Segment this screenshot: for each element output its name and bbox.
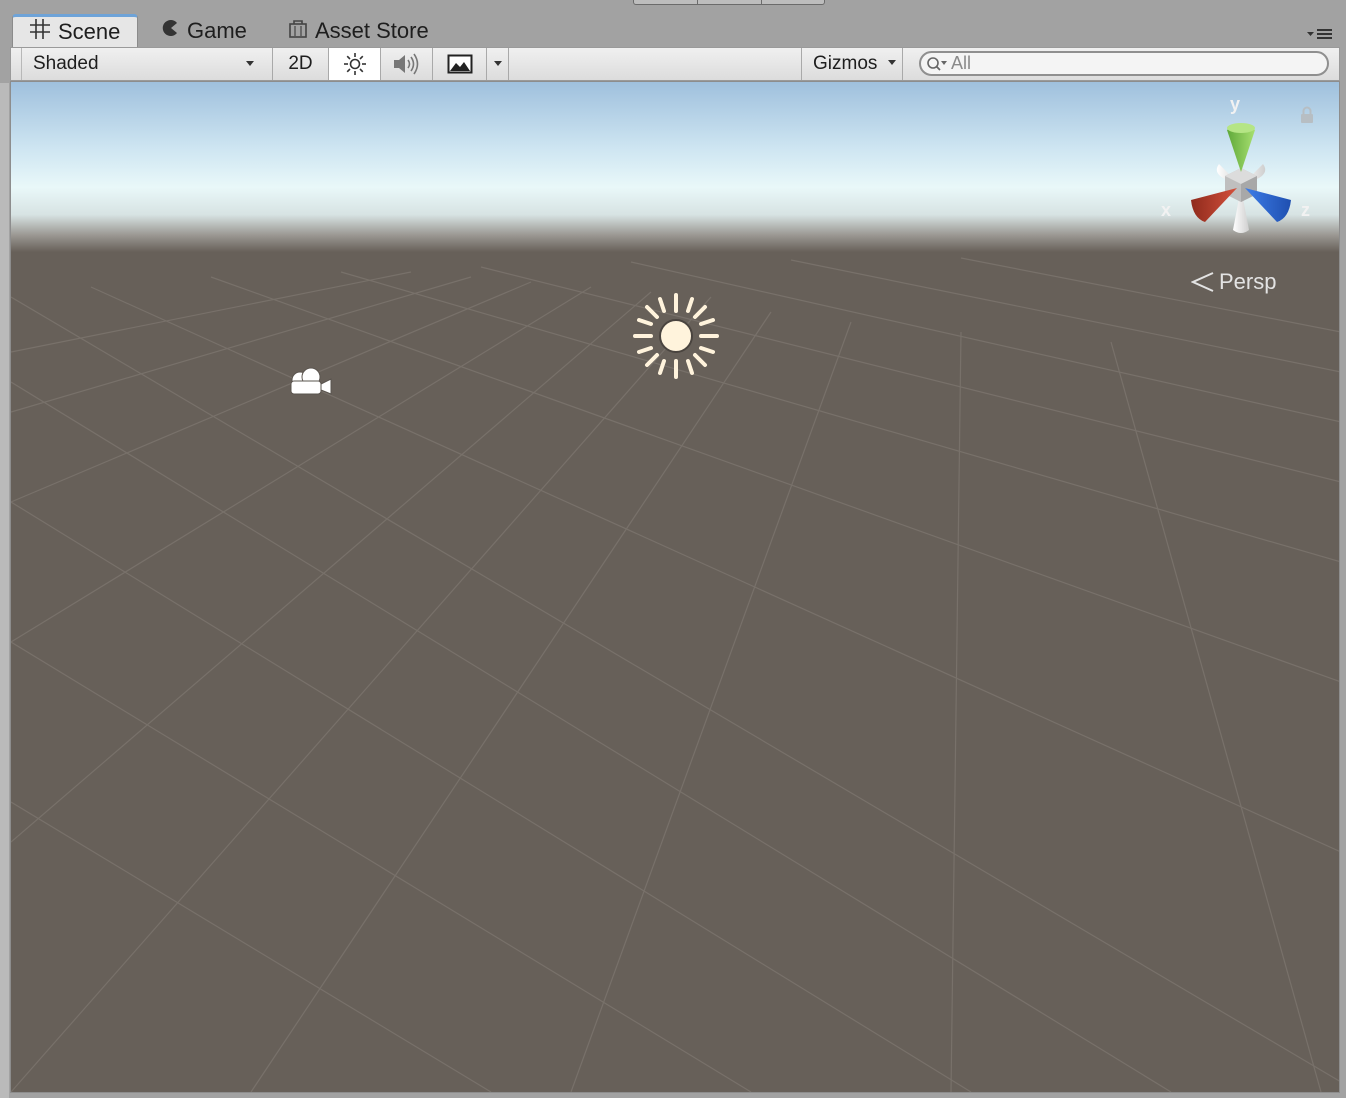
scene-audio-toggle[interactable] [381,48,433,80]
lock-icon[interactable] [1299,106,1315,124]
2d-mode-label: 2D [288,53,313,74]
sun-icon [343,53,366,75]
pacman-icon [160,18,180,44]
sun-icon[interactable] [631,291,721,381]
panel-menu-button[interactable] [1306,27,1334,41]
axis-label-z: z [1301,200,1310,220]
chevron-down-icon [494,61,502,66]
tab-scene[interactable]: Scene [12,14,138,47]
perspective-icon [1191,272,1214,292]
projection-toggle[interactable]: Persp [1191,269,1276,295]
scene-effects-toggle[interactable] [433,48,487,80]
menu-icon [1307,29,1332,39]
axis-label-x: x [1161,200,1172,220]
tab-label: Asset Store [315,17,429,43]
chevron-down-icon [888,60,896,65]
scene-toolbar: Shaded 2D Gizmos All [10,47,1340,81]
gizmos-label: Gizmos [813,53,878,74]
scene-lighting-toggle[interactable] [329,48,381,80]
chevron-down-icon [246,61,254,66]
tab-bar: Scene Game Asset Store [0,0,1346,47]
search-icon [927,57,947,71]
bag-icon [288,18,308,44]
shading-mode-label: Shaded [33,53,99,74]
projection-label: Persp [1219,269,1277,294]
shading-mode-dropdown[interactable]: Shaded [21,48,273,80]
scene-search-input[interactable]: All [919,51,1329,76]
axis-label-y: y [1230,94,1241,114]
tab-label: Game [187,17,247,43]
effects-dropdown[interactable] [487,48,509,80]
2d-mode-toggle[interactable]: 2D [273,48,329,80]
gizmos-dropdown[interactable]: Gizmos [801,48,903,80]
left-panel-edge [0,83,9,1098]
tab-game[interactable]: Game [160,14,280,47]
search-placeholder: All [951,53,972,73]
ground-grid [11,257,1339,1092]
scene-viewport[interactable]: y x z Persp [10,81,1340,1093]
camera-icon[interactable] [287,365,337,403]
tab-label: Scene [58,19,121,44]
grid-icon [29,18,51,46]
speaker-icon [393,53,418,75]
window-grab-handle[interactable] [633,0,825,5]
image-icon [447,54,472,74]
tab-asset-store[interactable]: Asset Store [288,14,458,47]
orientation-gizmo[interactable] [1161,96,1321,256]
